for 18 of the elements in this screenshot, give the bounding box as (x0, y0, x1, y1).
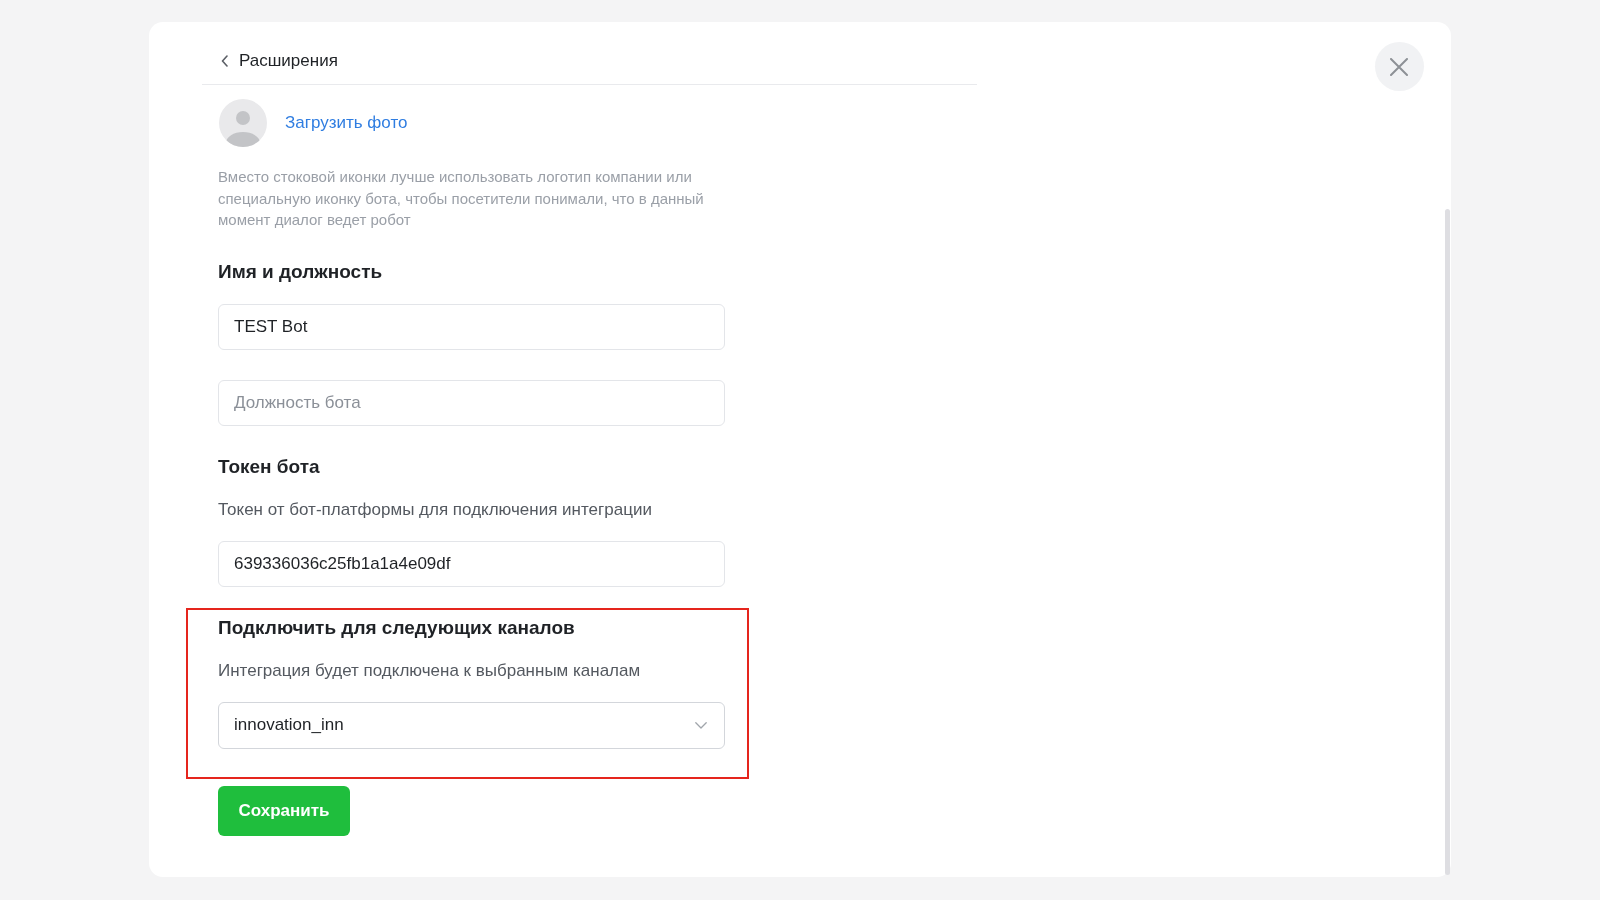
section-description: Интеграция будет подключена к выбранным каналам (218, 659, 642, 682)
section-heading: Имя и должность (218, 259, 384, 284)
scrollbar[interactable] (1445, 209, 1450, 875)
avatar-hint-text: Вместо стоковой иконки лучше использовать логотип компании или специальную иконку бота, чтобы посетители понимали, что в данный момент диалог ведет робот (218, 167, 705, 230)
channel-dropdown[interactable]: innovation_inn (218, 701, 725, 749)
text-field[interactable]: TEST Bot (218, 303, 725, 350)
upload-photo-link[interactable]: Загрузить фото (285, 112, 408, 134)
text-field[interactable]: 639336036c25fb1a1a4e09df (218, 540, 725, 587)
close-button[interactable] (1374, 42, 1424, 91)
avatar-icon (219, 99, 267, 147)
chevron-down-icon (695, 721, 707, 729)
section-heading: Подключить для следующих каналов (218, 615, 576, 640)
close-icon (1390, 57, 1408, 76)
text-field[interactable]: Должность бота (218, 379, 725, 426)
back-link[interactable]: Расширения (221, 50, 338, 72)
chevron-left-icon (221, 55, 228, 67)
section-heading: Токен бота (218, 454, 321, 479)
section-description: Токен от бот-платформы для подключения интеграции (218, 498, 653, 521)
